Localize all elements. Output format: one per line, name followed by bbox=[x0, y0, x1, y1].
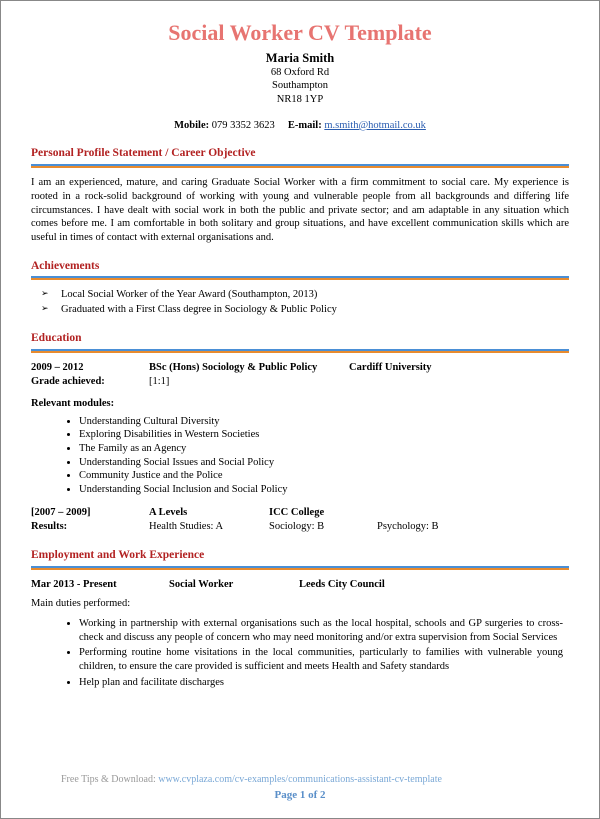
grade-value: [1:1] bbox=[149, 375, 169, 389]
footer-link[interactable]: www.cvplaza.com/cv-examples/communicatio… bbox=[158, 774, 442, 785]
result-2: Sociology: B bbox=[269, 520, 377, 534]
mobile-label: Mobile: bbox=[174, 120, 209, 131]
footer: Free Tips & Download: www.cvplaza.com/cv… bbox=[61, 773, 539, 786]
document-title: Social Worker CV Template bbox=[31, 19, 569, 48]
grade-label: Grade achieved: bbox=[31, 375, 149, 389]
education-grade-row: Grade achieved: [1:1] bbox=[31, 375, 569, 389]
list-item: Local Social Worker of the Year Award (S… bbox=[49, 288, 569, 302]
result-3: Psychology: B bbox=[377, 520, 439, 534]
employment-heading: Employment and Work Experience bbox=[31, 548, 569, 563]
modules-list: Understanding Cultural Diversity Explori… bbox=[31, 415, 569, 497]
alevel-row: [2007 – 2009] A Levels ICC College bbox=[31, 506, 569, 520]
list-item: Understanding Cultural Diversity bbox=[79, 415, 569, 429]
address-line-1: 68 Oxford Rd bbox=[31, 66, 569, 80]
divider bbox=[31, 164, 569, 168]
list-item: The Family as an Agency bbox=[79, 442, 569, 456]
list-item: Exploring Disabilities in Western Societ… bbox=[79, 428, 569, 442]
contact-line: Mobile: 079 3352 3623 E-mail: m.smith@ho… bbox=[31, 119, 569, 133]
divider bbox=[31, 276, 569, 280]
achievements-list: Local Social Worker of the Year Award (S… bbox=[31, 288, 569, 316]
education-heading: Education bbox=[31, 331, 569, 346]
employment-row: Mar 2013 - Present Social Worker Leeds C… bbox=[31, 578, 569, 592]
list-item: Help plan and facilitate discharges bbox=[79, 676, 569, 690]
mobile-value: 079 3352 3623 bbox=[212, 120, 275, 131]
profile-text: I am an experienced, mature, and caring … bbox=[31, 176, 569, 244]
list-item: Understanding Social Inclusion and Socia… bbox=[79, 483, 569, 497]
alevel-dates: [2007 – 2009] bbox=[31, 506, 149, 520]
footer-label: Free Tips & Download: bbox=[61, 774, 158, 785]
divider bbox=[31, 566, 569, 570]
list-item: Working in partnership with external org… bbox=[79, 617, 569, 644]
divider bbox=[31, 349, 569, 353]
address-line-3: NR18 1YP bbox=[31, 93, 569, 107]
list-item: Performing routine home visitations in t… bbox=[79, 646, 569, 673]
emp-dates: Mar 2013 - Present bbox=[31, 578, 169, 592]
emp-employer: Leeds City Council bbox=[299, 578, 385, 592]
profile-heading: Personal Profile Statement / Career Obje… bbox=[31, 146, 569, 161]
modules-label: Relevant modules: bbox=[31, 397, 569, 411]
emp-role: Social Worker bbox=[169, 578, 299, 592]
address-line-2: Southampton bbox=[31, 79, 569, 93]
education-row: 2009 – 2012 BSc (Hons) Sociology & Publi… bbox=[31, 361, 569, 375]
alevel-results-row: Results: Health Studies: A Sociology: B … bbox=[31, 520, 569, 534]
email-label: E-mail: bbox=[288, 120, 322, 131]
edu-institution: Cardiff University bbox=[349, 361, 432, 375]
edu-dates: 2009 – 2012 bbox=[31, 361, 149, 375]
list-item: Understanding Social Issues and Social P… bbox=[79, 456, 569, 470]
email-link[interactable]: m.smith@hotmail.co.uk bbox=[324, 120, 426, 131]
list-item: Graduated with a First Class degree in S… bbox=[49, 303, 569, 317]
list-item: Community Justice and the Police bbox=[79, 469, 569, 483]
alevel-institution: ICC College bbox=[269, 506, 324, 520]
duties-label: Main duties performed: bbox=[31, 597, 569, 611]
alevel-qual: A Levels bbox=[149, 506, 269, 520]
result-1: Health Studies: A bbox=[149, 520, 269, 534]
edu-degree: BSc (Hons) Sociology & Public Policy bbox=[149, 361, 349, 375]
duties-list: Working in partnership with external org… bbox=[31, 617, 569, 689]
candidate-name: Maria Smith bbox=[31, 50, 569, 66]
achievements-heading: Achievements bbox=[31, 259, 569, 274]
page-number: Page 1 of 2 bbox=[31, 788, 569, 802]
results-label: Results: bbox=[31, 520, 149, 534]
